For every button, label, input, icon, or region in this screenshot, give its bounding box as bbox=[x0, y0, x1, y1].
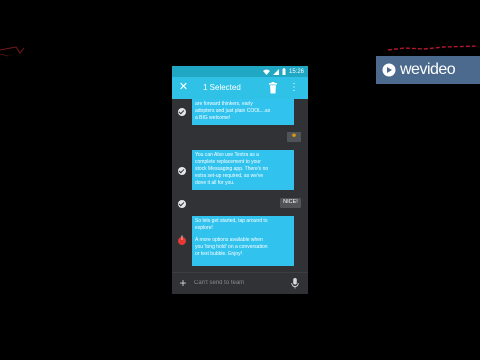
message-bubble-outgoing[interactable]: You can Also use Textra as a complete re… bbox=[192, 150, 294, 190]
message-line: A more options available when bbox=[195, 237, 263, 243]
message-line: adopters and just plain COOL...so bbox=[195, 108, 271, 114]
smiley-emoji: ☻ bbox=[290, 133, 298, 139]
wevideo-play-icon bbox=[382, 63, 396, 77]
selected-check-icon[interactable] bbox=[178, 108, 186, 116]
battery-icon bbox=[282, 68, 286, 75]
signal-icon bbox=[272, 68, 279, 75]
message-line: done it all for you. bbox=[195, 180, 235, 186]
wifi-icon bbox=[262, 69, 270, 75]
status-bar: 15:26 bbox=[172, 66, 308, 77]
more-vert-icon[interactable]: ⋮ bbox=[289, 81, 299, 95]
selected-check-icon[interactable] bbox=[178, 167, 186, 175]
message-line: a BIG welcome! bbox=[195, 115, 231, 121]
mic-icon[interactable] bbox=[291, 278, 299, 289]
message-line: So lets get started, tap around to bbox=[195, 218, 268, 224]
message-line: complete replacement to your bbox=[195, 159, 261, 165]
selection-title: 1 Selected bbox=[203, 83, 241, 92]
plus-icon[interactable]: + bbox=[177, 277, 189, 289]
close-icon[interactable]: ✕ bbox=[177, 81, 190, 94]
message-line: are forward thinkers, early bbox=[195, 101, 253, 107]
phone-screen: 15:26 ✕ 1 Selected ⋮ are forward thinker… bbox=[172, 66, 308, 294]
wevideo-watermark: wevideo bbox=[376, 56, 480, 84]
message-input[interactable] bbox=[194, 278, 284, 288]
status-time: 15:26 bbox=[288, 68, 304, 75]
reply-text: NICE! bbox=[283, 199, 298, 205]
watermark-scribble-right bbox=[387, 45, 479, 51]
message-bubble-outgoing[interactable]: are forward thinkers, early adopters and… bbox=[192, 99, 294, 125]
message-line: extra set-up required, as we've bbox=[195, 173, 264, 179]
message-bubble-incoming[interactable]: NICE! bbox=[280, 198, 301, 208]
message-line: you 'long hold' on a conversation bbox=[195, 244, 268, 250]
trash-icon[interactable] bbox=[268, 82, 278, 94]
watermark-scribble-left bbox=[0, 46, 25, 57]
selection-toolbar: ✕ 1 Selected ⋮ bbox=[172, 77, 308, 99]
message-line: explore! bbox=[195, 225, 213, 231]
message-line: stock Messaging app. There's no bbox=[195, 166, 269, 172]
message-thread[interactable]: are forward thinkers, early adopters and… bbox=[172, 99, 308, 272]
message-bubble-outgoing[interactable]: So lets get started, tap around to explo… bbox=[192, 216, 294, 266]
wevideo-brand-text: wevideo bbox=[400, 61, 456, 78]
message-composer: + bbox=[172, 272, 308, 294]
message-line: or text bubble. Enjoy! bbox=[195, 251, 242, 257]
message-line: You can Also use Textra as a bbox=[195, 152, 259, 158]
message-bubble-incoming[interactable]: ☻ bbox=[287, 132, 301, 142]
send-failed-icon[interactable] bbox=[178, 236, 186, 245]
selected-check-icon[interactable] bbox=[178, 200, 186, 208]
